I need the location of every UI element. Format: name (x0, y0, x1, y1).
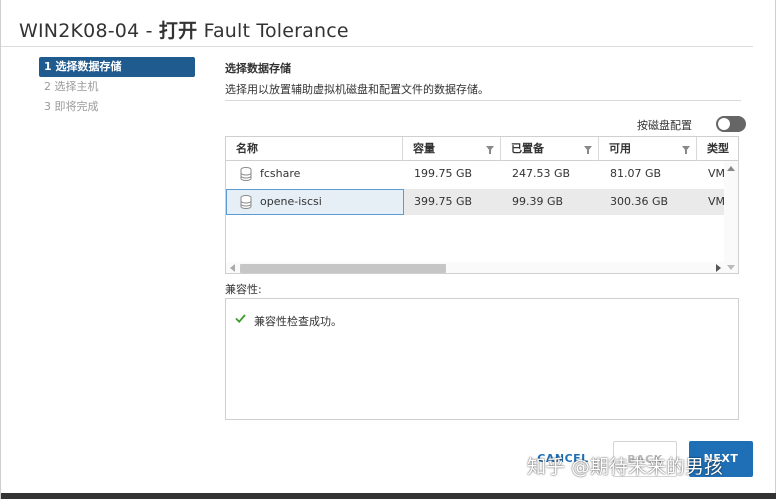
column-name-label: 名称 (236, 142, 258, 155)
section-divider (225, 100, 741, 101)
grid-header: 名称 容量 已置备 可用 类型 (226, 137, 738, 161)
compatibility-label: 兼容性: (225, 283, 262, 296)
section-description: 选择用以放置辅助虚拟机磁盘和配置文件的数据存储。 (225, 83, 489, 96)
cell-capacity: 199.75 GB (414, 167, 473, 180)
watermark: 知乎 @期待未来的男孩 (527, 456, 724, 478)
cell-type: VM (708, 167, 726, 180)
scrollbar-thumb[interactable] (240, 264, 446, 273)
check-icon (235, 314, 246, 324)
table-row[interactable]: fcshare 199.75 GB 247.53 GB 81.07 GB VM (226, 161, 726, 187)
vertical-scrollbar[interactable] (724, 161, 738, 273)
datastore-grid: 名称 容量 已置备 可用 类型 fcshare 199.75 GB 247.53… (225, 136, 739, 274)
per-disk-config-label: 按磁盘配置 (637, 119, 692, 132)
column-free-label: 可用 (609, 142, 631, 155)
cell-free: 81.07 GB (610, 167, 662, 180)
wizard-steps: 1 选择数据存储 2 选择主机 3 即将完成 (39, 57, 195, 117)
title-feature: Fault Tolerance (197, 20, 349, 42)
column-type-label: 类型 (707, 142, 729, 155)
column-header-free[interactable]: 可用 (599, 137, 697, 161)
cell-name: opene-iscsi (260, 195, 322, 208)
horizontal-scrollbar[interactable] (226, 262, 726, 273)
step-ready-to-complete: 3 即将完成 (44, 100, 99, 113)
per-disk-config-toggle[interactable] (716, 116, 746, 132)
cell-capacity: 399.75 GB (414, 195, 473, 208)
title-vm-name: WIN2K08-04 (19, 20, 140, 42)
cell-provisioned: 99.39 GB (512, 195, 564, 208)
filter-icon[interactable] (486, 146, 494, 154)
title-divider (1, 46, 753, 47)
column-header-name[interactable]: 名称 (226, 137, 403, 161)
column-provisioned-label: 已置备 (511, 142, 544, 155)
per-disk-config-row: 按磁盘配置 (637, 116, 746, 132)
cell-free: 300.36 GB (610, 195, 669, 208)
filter-icon[interactable] (682, 146, 690, 154)
compatibility-panel: 兼容性检查成功。 (225, 298, 739, 420)
section-title: 选择数据存储 (225, 62, 291, 75)
column-capacity-label: 容量 (413, 142, 435, 155)
title-action: 打开 (158, 20, 198, 42)
compatibility-message: 兼容性检查成功。 (254, 315, 342, 328)
fault-tolerance-dialog: WIN2K08-04 - 打开 Fault Tolerance 1 选择数据存储… (0, 0, 776, 499)
column-header-type[interactable]: 类型 (697, 137, 738, 161)
datastore-pane: 选择数据存储 选择用以放置辅助虚拟机磁盘和配置文件的数据存储。 按磁盘配置 名称… (225, 60, 746, 420)
scroll-right-icon[interactable] (716, 264, 721, 272)
cell-name: fcshare (260, 167, 301, 180)
scroll-down-icon[interactable] (727, 265, 735, 270)
scroll-left-icon[interactable] (230, 264, 235, 272)
step-select-host: 2 选择主机 (44, 80, 99, 93)
step-select-datastore[interactable]: 1 选择数据存储 (39, 57, 195, 77)
title-separator: - (139, 20, 159, 42)
cell-type: VM (708, 195, 726, 208)
column-header-capacity[interactable]: 容量 (403, 137, 501, 161)
column-header-provisioned[interactable]: 已置备 (501, 137, 599, 161)
bottom-edge (1, 493, 776, 499)
scroll-up-icon[interactable] (727, 166, 735, 171)
dialog-title: WIN2K08-04 - 打开 Fault Tolerance (19, 16, 349, 43)
toggle-knob (718, 118, 730, 130)
cell-provisioned: 247.53 GB (512, 167, 571, 180)
table-row-selected[interactable]: opene-iscsi 399.75 GB 99.39 GB 300.36 GB… (226, 189, 726, 215)
filter-icon[interactable] (584, 146, 592, 154)
